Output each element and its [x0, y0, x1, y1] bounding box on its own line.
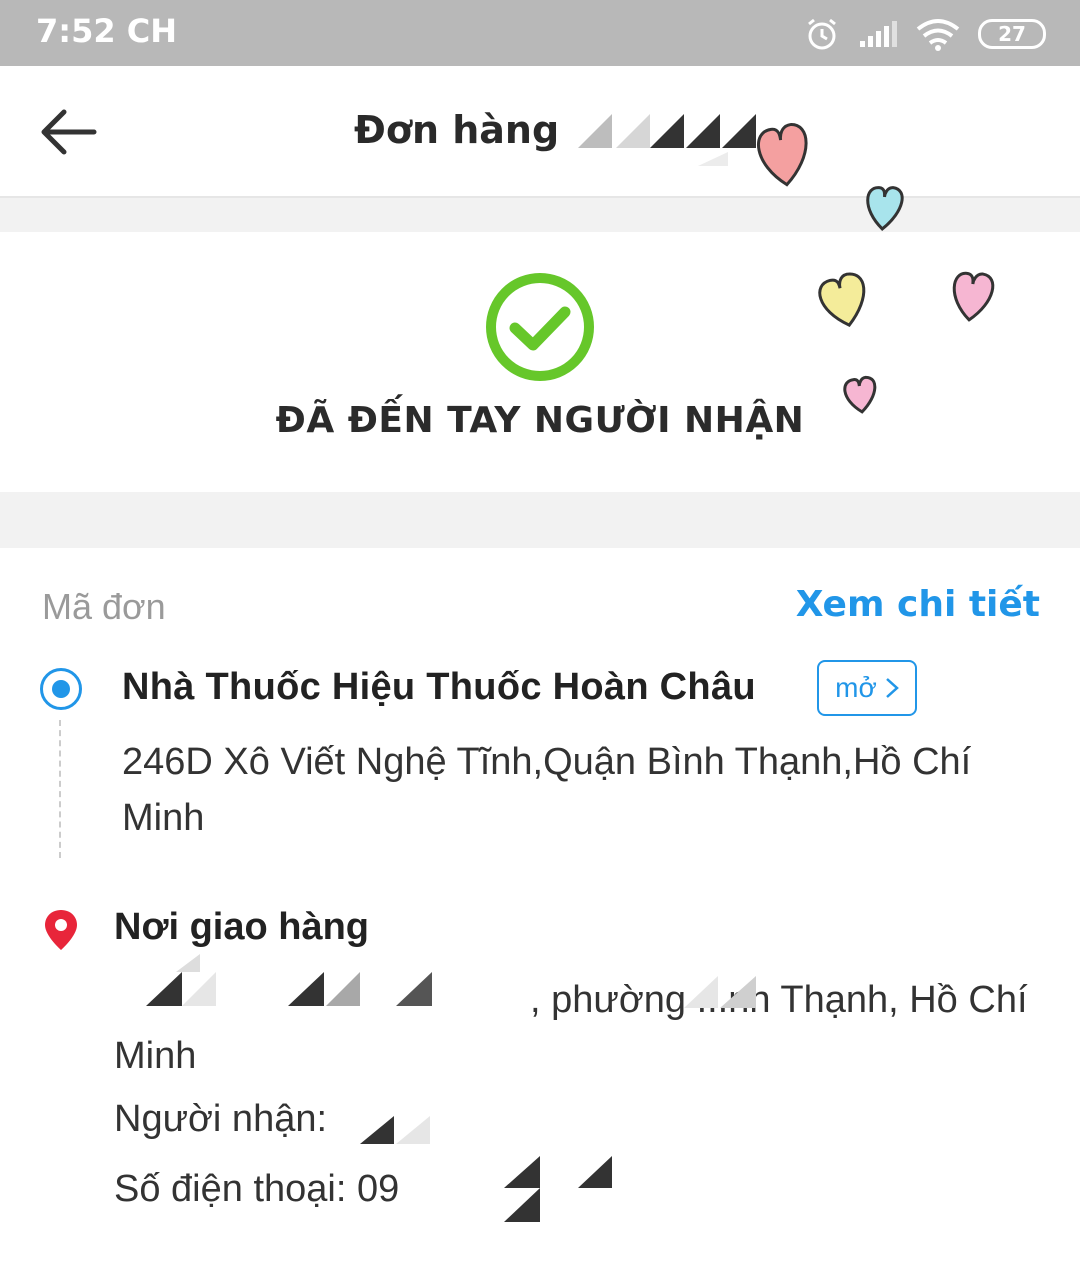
chevron-right-icon: [886, 678, 899, 698]
store-address: 246D Xô Viết Nghệ Tĩnh,Quận Bình Thạnh,H…: [122, 741, 972, 839]
status-time: 7:52 CH: [36, 12, 177, 50]
store-marker-icon: [40, 668, 82, 710]
location-pin-icon: [45, 910, 77, 950]
order-details: Mã đơn Xem chi tiết Nhà Thuốc Hiệu Thuốc…: [0, 548, 1080, 1270]
alarm-icon: [808, 18, 836, 50]
section-divider: [0, 198, 1080, 232]
wifi-icon: [916, 19, 960, 51]
route-line: [59, 720, 61, 858]
signal-icon: [860, 21, 897, 47]
redacted-ward: [684, 976, 756, 1008]
phone-text: Số điện thoại: 09: [114, 1168, 400, 1210]
store-name: Nhà Thuốc Hiệu Thuốc Hoàn Châu: [122, 666, 756, 708]
redacted-address: [146, 954, 432, 1006]
redacted-order-number: [578, 114, 756, 166]
order-code-label: Mã đơn: [42, 586, 166, 627]
open-store-button[interactable]: mở: [817, 660, 917, 716]
open-store-label: mở: [835, 672, 877, 703]
redacted-phone: [504, 1156, 612, 1222]
delivery-label: Nơi giao hàng: [114, 906, 370, 948]
section-divider: [0, 492, 1080, 548]
back-arrow-icon[interactable]: [36, 106, 100, 158]
receiver-text: Người nhận:: [114, 1098, 328, 1140]
order-status-text: ĐÃ ĐẾN TAY NGƯỜI NHẬN: [275, 400, 805, 441]
page-title: Đơn hàng: [354, 108, 560, 152]
status-icons: 27: [804, 14, 1046, 54]
status-bar: 7:52 CH 27: [0, 0, 1080, 66]
battery-icon: 27: [978, 19, 1046, 49]
app-header: Đơn hàng: [0, 66, 1080, 198]
success-check-icon: [486, 273, 594, 381]
view-details-link[interactable]: Xem chi tiết: [796, 584, 1040, 625]
redacted-receiver-name: [360, 1116, 430, 1144]
battery-level: 27: [998, 22, 1026, 46]
order-status-card: ĐÃ ĐẾN TAY NGƯỜI NHẬN: [0, 232, 1080, 492]
